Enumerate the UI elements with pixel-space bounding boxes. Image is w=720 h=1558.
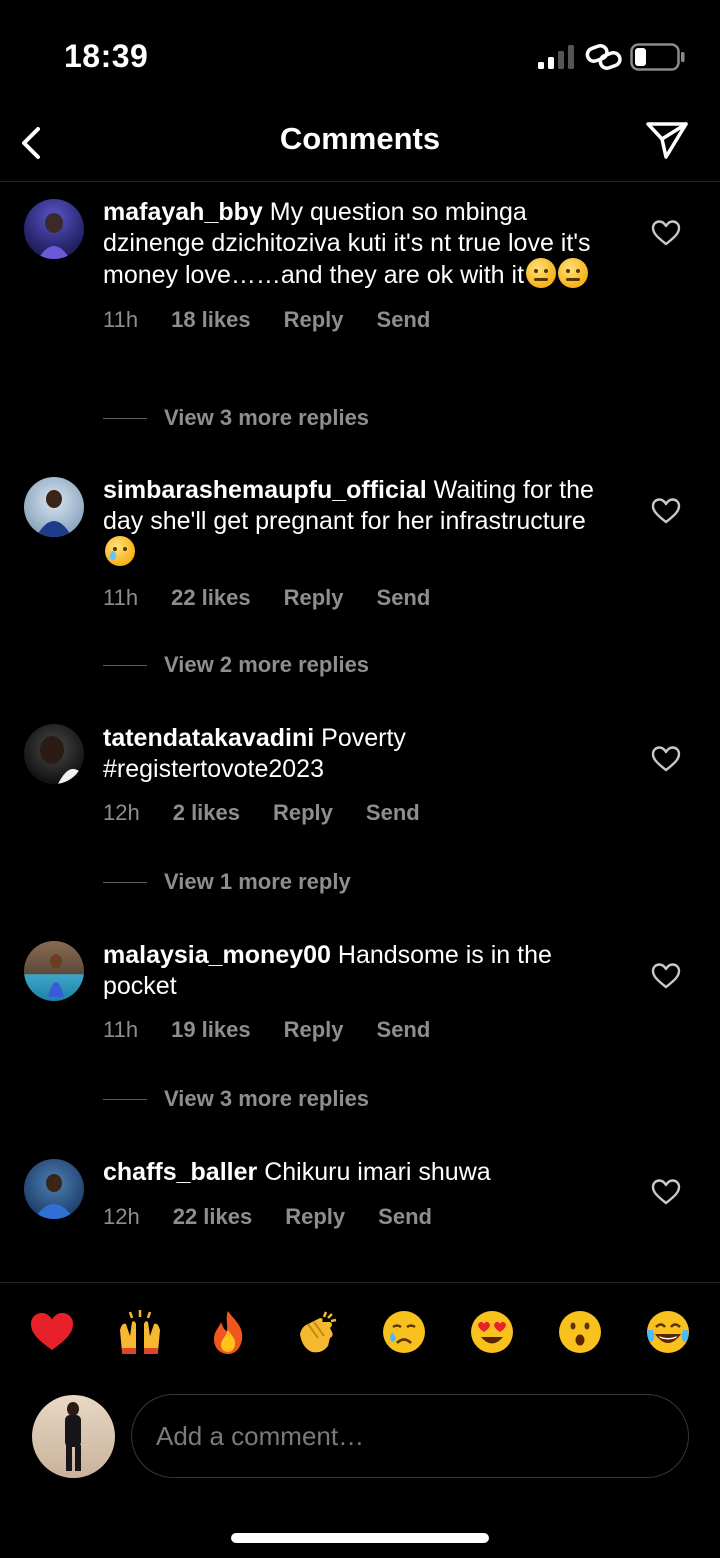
comment-time: 12h [103, 1203, 140, 1229]
like-heart-icon[interactable] [651, 1178, 681, 1206]
comment-text: chaffs_baller Chikuru imari shuwa [103, 1157, 623, 1188]
page-title: Comments [279, 121, 441, 156]
crying-face-icon[interactable] [380, 1308, 428, 1356]
status-bar: 18:39 [0, 0, 720, 110]
view-replies-button[interactable]: View 2 more replies [103, 652, 369, 678]
crying-emoji-icon [105, 536, 135, 566]
replies-divider [103, 664, 147, 666]
raising-hands-icon[interactable] [116, 1308, 164, 1356]
comment-text: tatendatakavadini Poverty #registertovot… [103, 723, 623, 784]
reply-button[interactable]: Reply [273, 800, 333, 826]
fire-icon[interactable] [204, 1308, 252, 1356]
comment-username[interactable]: simbarashemaupfu_official [103, 476, 427, 504]
comment-text: mafayah_bby My question so mbinga dzinen… [103, 197, 623, 291]
like-heart-icon[interactable] [651, 745, 681, 773]
view-replies-label: View 1 more reply [164, 869, 351, 894]
avatar[interactable] [24, 941, 84, 1001]
reply-button[interactable]: Reply [284, 307, 344, 333]
reply-button[interactable]: Reply [284, 1017, 344, 1043]
comment-meta: 11h 19 likes Reply Send [103, 1017, 623, 1043]
comment-meta: 12h 22 likes Reply Send [103, 1204, 623, 1230]
view-replies-button[interactable]: View 3 more replies [103, 405, 369, 431]
replies-divider [103, 1098, 147, 1100]
header: Comments [0, 110, 720, 182]
view-replies-label: View 3 more replies [164, 1086, 370, 1111]
reply-button[interactable]: Reply [285, 1204, 345, 1230]
quick-reaction-bar [0, 1308, 720, 1364]
home-indicator [231, 1533, 489, 1543]
cellular-signal-icon [538, 45, 574, 69]
comment-likes[interactable]: 19 likes [171, 1017, 251, 1043]
comment-input[interactable] [131, 1394, 689, 1478]
reply-button[interactable]: Reply [284, 585, 344, 611]
avatar[interactable] [24, 1159, 84, 1219]
status-time: 18:39 [64, 38, 149, 74]
like-heart-icon[interactable] [651, 497, 681, 525]
comment-time: 11h [103, 1017, 139, 1042]
heart-eyes-face-icon[interactable] [468, 1308, 516, 1356]
red-heart-icon[interactable] [28, 1308, 76, 1356]
avatar[interactable] [24, 477, 84, 537]
send-icon[interactable] [644, 117, 690, 163]
comment-time: 12h [103, 800, 140, 825]
comment-username[interactable]: malaysia_money00 [103, 941, 331, 969]
composer-divider [0, 1282, 720, 1283]
comment-likes[interactable]: 22 likes [171, 585, 251, 611]
comment-meta: 11h 22 likes Reply Send [103, 585, 623, 611]
comment-meta: 12h 2 likes Reply Send [103, 800, 623, 826]
comment-likes[interactable]: 22 likes [173, 1204, 253, 1230]
avatar[interactable] [24, 199, 84, 259]
send-button[interactable]: Send [378, 1204, 432, 1230]
send-button[interactable]: Send [366, 800, 420, 826]
send-button[interactable]: Send [377, 585, 431, 611]
current-user-avatar[interactable] [32, 1395, 115, 1478]
comment-text: simbarashemaupfu_official Waiting for th… [103, 475, 623, 569]
comment-username[interactable]: tatendatakavadini [103, 724, 314, 752]
send-button[interactable]: Send [377, 1017, 431, 1043]
like-heart-icon[interactable] [651, 962, 681, 990]
avatar[interactable] [24, 724, 84, 784]
astonished-face-icon[interactable] [556, 1308, 604, 1356]
comment-body: Chikuru imari shuwa [264, 1158, 491, 1186]
view-replies-button[interactable]: View 3 more replies [103, 1086, 369, 1112]
comment-text: malaysia_money00 Handsome is in the pock… [103, 940, 623, 1001]
link-icon [585, 44, 622, 70]
view-replies-label: View 3 more replies [164, 405, 370, 430]
comment-time: 11h [103, 584, 139, 610]
replies-divider [103, 417, 147, 419]
clapping-hands-icon[interactable] [292, 1308, 340, 1356]
view-replies-button[interactable]: View 1 more reply [103, 869, 351, 895]
comment-likes[interactable]: 2 likes [173, 800, 240, 826]
comment-username[interactable]: chaffs_baller [103, 1158, 257, 1186]
battery-icon [630, 43, 685, 71]
comment-meta: 11h 18 likes Reply Send [103, 307, 623, 333]
raised-eyebrow-emoji-icon [558, 258, 589, 288]
view-replies-label: View 2 more replies [164, 652, 370, 677]
like-heart-icon[interactable] [651, 219, 681, 247]
tears-of-joy-face-icon[interactable] [644, 1308, 692, 1356]
comment-time: 11h [103, 306, 139, 332]
comment-likes[interactable]: 18 likes [171, 307, 251, 333]
raised-eyebrow-emoji-icon [526, 258, 557, 288]
replies-divider [103, 881, 147, 883]
send-button[interactable]: Send [377, 307, 431, 333]
comment-username[interactable]: mafayah_bby [103, 198, 263, 226]
